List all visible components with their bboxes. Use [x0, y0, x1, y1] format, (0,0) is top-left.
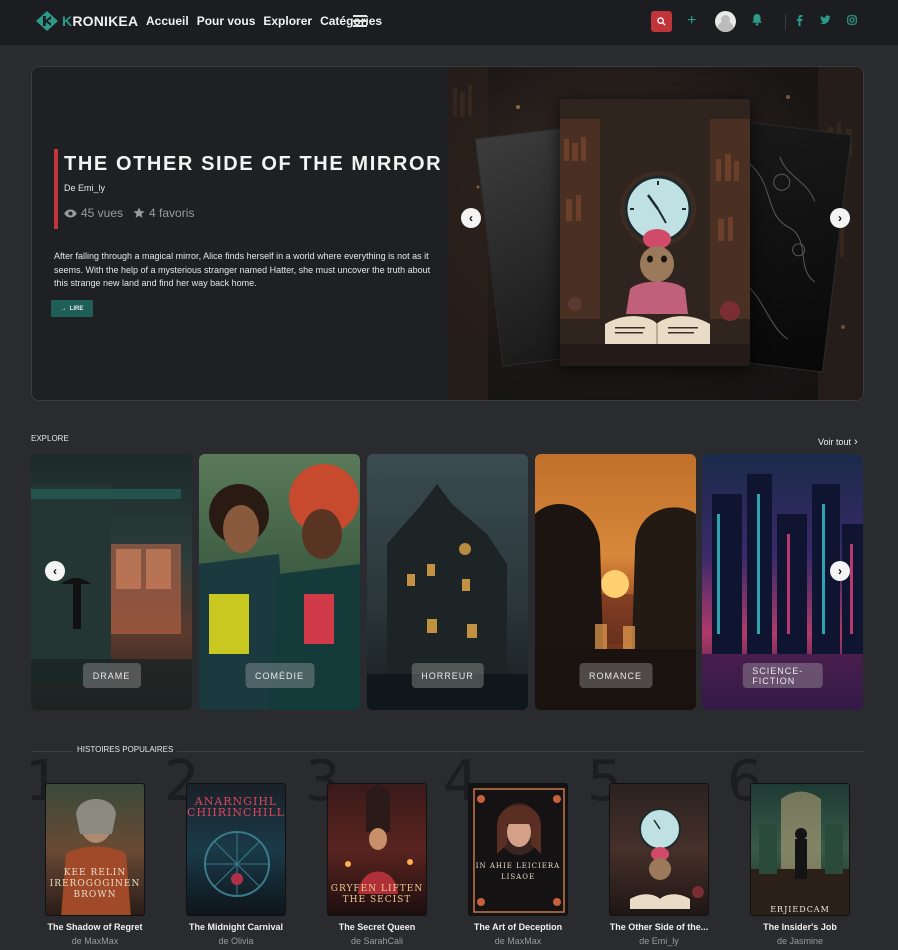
star-icon: [133, 207, 145, 218]
book-title[interactable]: The Midnight Carnival: [166, 922, 306, 932]
search-icon: [657, 17, 666, 26]
logo-text: KRONIKEA: [62, 13, 139, 29]
top-navbar: KRONIKEA Accueil Pour vous Explorer Caté…: [0, 0, 898, 45]
book-cover[interactable]: [609, 783, 709, 916]
category-label: HORREUR: [411, 663, 484, 688]
category-card-comedie[interactable]: COMÉDIE: [199, 454, 360, 710]
carousel-next-button[interactable]: ›: [830, 208, 850, 228]
logo-icon: [36, 11, 58, 31]
book-cover[interactable]: ERJIEDCAM: [750, 783, 850, 916]
category-label: ROMANCE: [578, 663, 653, 688]
book-title[interactable]: The Insider's Job: [730, 922, 870, 932]
book-title[interactable]: The Other Side of the...: [589, 922, 729, 932]
book-cover[interactable]: KEE RELIN IREROGOGINEN BROWN: [45, 783, 145, 916]
chevron-right-icon: ›: [838, 564, 842, 578]
category-label: COMÉDIE: [244, 663, 315, 688]
chevron-left-icon: ‹: [469, 211, 473, 225]
twitter-icon[interactable]: [820, 15, 831, 28]
book-title[interactable]: The Art of Deception: [448, 922, 588, 932]
menu-item-explorer[interactable]: Explorer: [263, 14, 312, 28]
category-label: DRAME: [82, 663, 141, 688]
avatar[interactable]: [715, 11, 736, 32]
eye-icon: [64, 209, 77, 217]
menu-item-pour-vous[interactable]: Pour vous: [197, 14, 256, 28]
plus-icon[interactable]: +: [687, 12, 696, 30]
favorites-count: 4 favoris: [149, 206, 195, 220]
category-card-horreur[interactable]: HORREUR: [367, 454, 528, 710]
featured-cover[interactable]: [560, 99, 750, 366]
book-cover[interactable]: ANARNGIHL CHIIRINCHILL: [186, 783, 286, 916]
logo[interactable]: KRONIKEA: [36, 11, 138, 31]
featured-description: After falling through a magical mirror, …: [54, 251, 431, 288]
instagram-icon[interactable]: [847, 15, 857, 28]
book-author[interactable]: de Olivia: [166, 936, 306, 946]
menu-item-categories[interactable]: Catégories: [320, 14, 382, 28]
explore-prev-button[interactable]: ‹: [45, 561, 65, 581]
featured-author[interactable]: De Emi_ly: [64, 183, 105, 193]
book-author[interactable]: de Jasmine: [730, 936, 870, 946]
book-cover[interactable]: GRYFEN LIFTEN THE SECIST: [327, 783, 427, 916]
featured-story-carousel: THE OTHER SIDE OF THE MIRROR De Emi_ly 4…: [31, 66, 864, 401]
title-accent-bar: [54, 149, 58, 229]
search-button[interactable]: [651, 11, 672, 32]
book-cover[interactable]: IN AHIE LEICIERA LISAOE: [468, 783, 568, 916]
arrow-right-icon: →: [60, 305, 67, 312]
book-author[interactable]: de MaxMax: [448, 936, 588, 946]
chevron-right-icon: ›: [838, 211, 842, 225]
menu-item-accueil[interactable]: Accueil: [146, 14, 189, 28]
views-count: 45 vues: [81, 206, 124, 220]
category-card-science-fiction[interactable]: SCIENCE-FICTION: [702, 454, 863, 710]
featured-cover-stack: ‹ ›: [448, 67, 863, 400]
explore-heading: EXPLORE: [31, 434, 69, 443]
carousel-prev-button[interactable]: ‹: [461, 208, 481, 228]
book-title[interactable]: The Shadow of Regret: [25, 922, 165, 932]
book-author[interactable]: de SarahCali: [307, 936, 447, 946]
read-button[interactable]: → LIRE: [51, 300, 93, 317]
book-author[interactable]: de MaxMax: [25, 936, 165, 946]
see-all-link[interactable]: Voir tout ›: [818, 436, 858, 448]
category-card-drame[interactable]: DRAME: [31, 454, 192, 710]
popular-heading: HISTOIRES POPULAIRES: [73, 745, 178, 754]
divider: [785, 14, 786, 30]
category-card-romance[interactable]: ROMANCE: [535, 454, 696, 710]
featured-title[interactable]: THE OTHER SIDE OF THE MIRROR: [64, 153, 442, 176]
chevron-left-icon: ‹: [53, 564, 57, 578]
bell-icon[interactable]: [751, 13, 763, 31]
explore-next-button[interactable]: ›: [830, 561, 850, 581]
book-author[interactable]: de Emi_ly: [589, 936, 729, 946]
featured-stats: 45 vues 4 favoris: [64, 206, 194, 220]
hamburger-menu-icon[interactable]: [353, 15, 367, 27]
main-menu: Accueil Pour vous Explorer Catégories: [146, 14, 382, 28]
facebook-icon[interactable]: [796, 15, 803, 29]
book-title[interactable]: The Secret Queen: [307, 922, 447, 932]
category-label: SCIENCE-FICTION: [742, 663, 823, 688]
chevron-right-icon: ›: [854, 436, 858, 448]
